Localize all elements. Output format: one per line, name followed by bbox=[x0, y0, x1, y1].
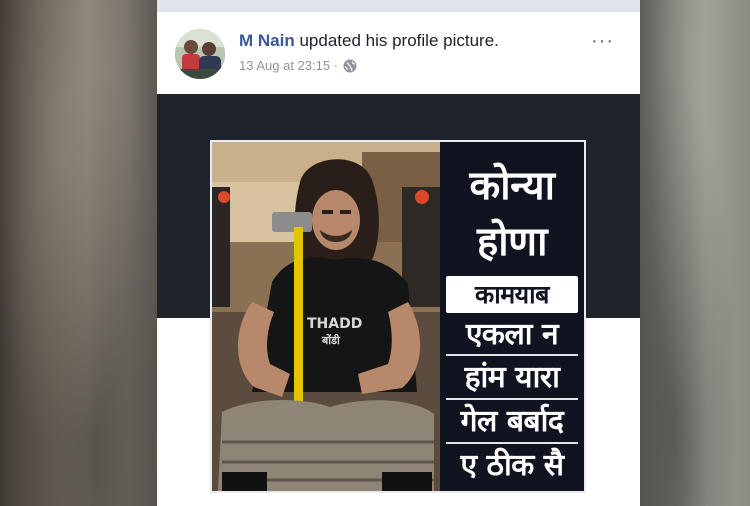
more-options-button[interactable]: ··· bbox=[591, 30, 614, 53]
caption-line-4: एकला न bbox=[465, 317, 559, 352]
background-right bbox=[640, 0, 750, 506]
caption-panel: कोन्या होणा कामयाब एकला न हांम यारा गेल … bbox=[440, 142, 584, 491]
post-header-text: M Nain updated his profile picture. bbox=[239, 31, 499, 51]
photo-portrait: THADD बोंडी bbox=[212, 142, 440, 491]
post-action: updated his profile picture. bbox=[299, 31, 499, 50]
post-timestamp[interactable]: 13 Aug at 23:15 · bbox=[239, 58, 338, 73]
caption-line-2: होणा bbox=[477, 219, 547, 265]
post-meta: 13 Aug at 23:15 · bbox=[239, 58, 357, 73]
profile-avatar[interactable] bbox=[175, 29, 225, 79]
feed-top-strip bbox=[157, 0, 640, 12]
avatar-picture bbox=[175, 29, 225, 79]
man-with-hammer-illustration: THADD बोंडी bbox=[212, 142, 440, 491]
caption-line-6: गेल बर्बाद bbox=[460, 404, 564, 439]
caption-line-5: हांम यारा bbox=[464, 360, 560, 395]
globe-icon[interactable] bbox=[343, 59, 357, 73]
caption-line-3: कामयाब bbox=[446, 276, 578, 313]
caption-line-7: ए ठीक सै bbox=[460, 448, 565, 483]
background-left bbox=[0, 0, 157, 506]
shirt-text: THADD bbox=[307, 316, 362, 332]
caption-line-1: कोन्या bbox=[469, 163, 555, 209]
post-card: M Nain updated his profile picture. 13 A… bbox=[157, 12, 640, 506]
profile-photo[interactable]: THADD बोंडी कोन्या होणा कामयाब एकला न हा… bbox=[210, 140, 586, 493]
author-name[interactable]: M Nain bbox=[239, 31, 295, 50]
shirt-text-devanagari: बोंडी bbox=[321, 333, 341, 347]
